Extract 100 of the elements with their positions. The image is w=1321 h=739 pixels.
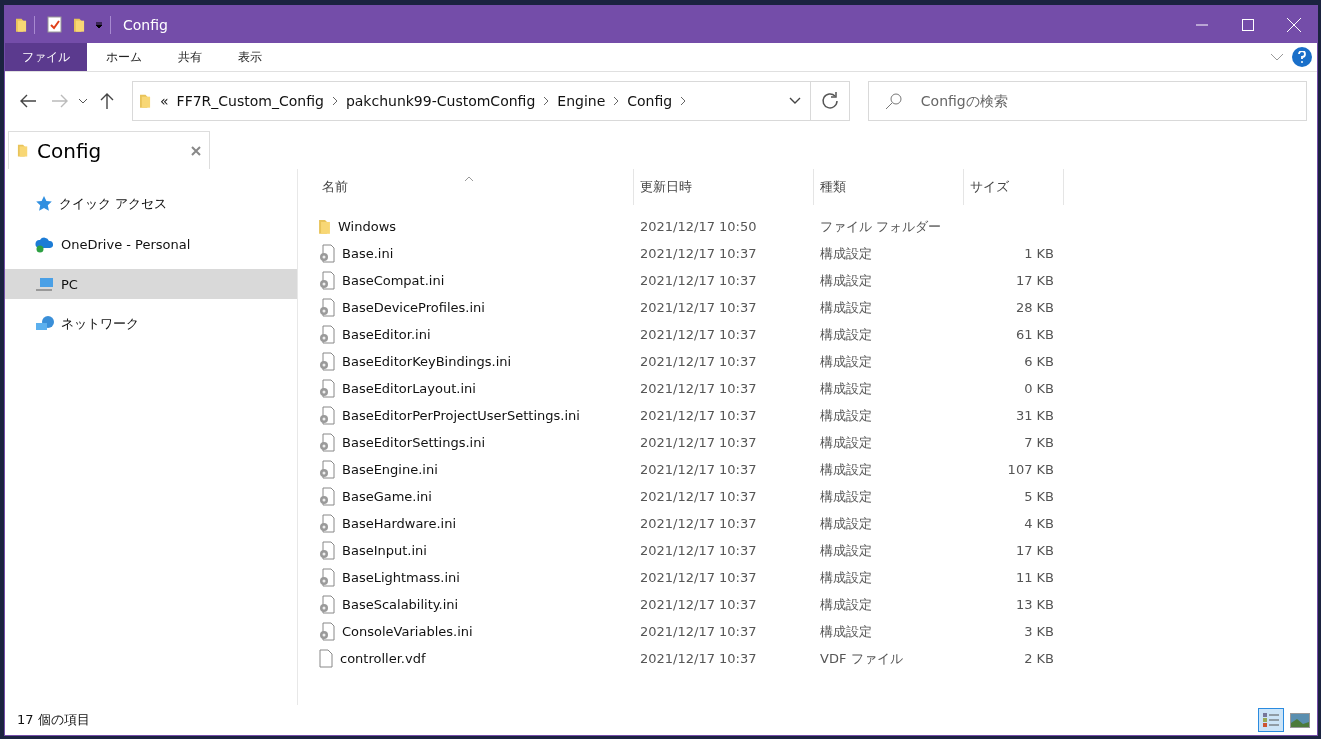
sidebar-item[interactable]: OneDrive - Personal [5, 229, 297, 259]
sidebar-label: OneDrive - Personal [61, 236, 191, 252]
file-size: 31 KB [1014, 408, 1054, 423]
ribbon-tab[interactable]: ファイル [5, 43, 87, 71]
chevron-right-icon[interactable] [680, 95, 687, 106]
close-icon[interactable] [191, 145, 201, 156]
file-type: 構成設定 [819, 298, 873, 317]
folder-icon [73, 16, 86, 33]
folder-icon [15, 16, 28, 33]
settings-file-icon [318, 406, 336, 425]
sidebar-label: クイック アクセス [59, 195, 168, 213]
column-header[interactable]: サイズ [964, 169, 1064, 205]
view-button[interactable] [1258, 708, 1284, 732]
chevron-right-icon[interactable] [613, 95, 620, 106]
file-name[interactable]: BaseEditor.ini [342, 327, 431, 342]
file-name[interactable]: BaseScalability.ini [342, 597, 459, 612]
search-icon [884, 91, 903, 110]
modified-date: 2021/12/17 10:37 [639, 381, 758, 396]
chevron-right-icon[interactable] [331, 95, 338, 106]
file-size: 107 KB [1006, 462, 1054, 477]
maximize-icon[interactable] [1242, 18, 1254, 31]
file-name[interactable]: BaseGame.ini [342, 489, 432, 504]
settings-file-icon [318, 244, 336, 263]
modified-date: 2021/12/17 10:37 [639, 489, 758, 504]
file-type: 構成設定 [819, 379, 873, 398]
search-box[interactable]: Configの検索 [867, 80, 1307, 121]
chevron-down-icon[interactable] [78, 97, 89, 104]
modified-date: 2021/12/17 10:37 [639, 651, 758, 666]
folder-icon [139, 92, 152, 109]
properties-icon[interactable] [47, 16, 63, 33]
modified-date: 2021/12/17 10:37 [639, 327, 758, 342]
refresh-icon[interactable] [820, 91, 839, 110]
up-arrow-icon[interactable] [100, 92, 115, 109]
dropdown-icon[interactable] [94, 19, 104, 30]
modified-date: 2021/12/17 10:50 [639, 219, 758, 234]
file-name[interactable]: controller.vdf [340, 651, 426, 666]
modified-date: 2021/12/17 10:37 [639, 435, 758, 450]
sidebar-item[interactable]: PC [5, 269, 297, 299]
sort-caret-icon [464, 176, 474, 182]
file-size: 11 KB [1014, 570, 1054, 585]
breadcrumb[interactable]: Config [627, 92, 673, 109]
file-type: VDF ファイル [819, 649, 904, 668]
folder-icon [318, 218, 332, 235]
file-size: 13 KB [1014, 597, 1054, 612]
file-type: 構成設定 [819, 460, 873, 479]
file-name[interactable]: BaseEngine.ini [342, 462, 438, 477]
settings-file-icon [318, 352, 336, 371]
file-type: 構成設定 [819, 541, 873, 560]
settings-file-icon [318, 433, 336, 452]
pane-tab[interactable]: Config [8, 131, 210, 169]
laptop-icon [35, 276, 55, 292]
breadcrumb[interactable]: pakchunk99-CustomConfig [345, 92, 536, 109]
back-arrow-icon[interactable] [19, 93, 36, 108]
sidebar-item[interactable]: クイック アクセス [5, 189, 297, 219]
file-name[interactable]: ConsoleVariables.ini [342, 624, 473, 639]
column-header[interactable]: 更新日時 [634, 169, 814, 205]
file-size: 17 KB [1014, 273, 1054, 288]
file-type: 構成設定 [819, 622, 873, 641]
chevron-down-icon[interactable] [788, 97, 801, 104]
item-count: 17 個の項目 [17, 711, 90, 729]
thumbnails-view-icon [1290, 712, 1310, 728]
settings-file-icon [318, 514, 336, 533]
modified-date: 2021/12/17 10:37 [639, 354, 758, 369]
file-name[interactable]: BaseInput.ini [342, 543, 427, 558]
chevron-right-icon[interactable] [543, 95, 550, 106]
sidebar-item[interactable]: ネットワーク [5, 309, 297, 339]
help-icon[interactable] [1292, 47, 1312, 67]
file-size: 0 KB [1023, 381, 1054, 396]
settings-file-icon [318, 298, 336, 317]
file-type: 構成設定 [819, 487, 873, 506]
file-name[interactable]: BaseEditorKeyBindings.ini [342, 354, 512, 369]
file-name[interactable]: BaseLightmass.ini [342, 570, 460, 585]
modified-date: 2021/12/17 10:37 [639, 300, 758, 315]
settings-file-icon [318, 568, 336, 587]
file-size: 5 KB [1023, 489, 1054, 504]
file-name[interactable]: Base.ini [342, 246, 394, 261]
file-name[interactable]: BaseEditorPerProjectUserSettings.ini [342, 408, 580, 423]
breadcrumb[interactable]: Engine [557, 92, 606, 109]
column-header[interactable]: 種類 [814, 169, 964, 205]
minimize-icon[interactable] [1196, 23, 1208, 26]
file-name[interactable]: BaseHardware.ini [342, 516, 457, 531]
settings-file-icon [318, 379, 336, 398]
file-type: 構成設定 [819, 595, 873, 614]
breadcrumb[interactable]: FF7R_Custom_Config [176, 92, 324, 109]
file-type: ファイル フォルダー [819, 217, 943, 236]
modified-date: 2021/12/17 10:37 [639, 597, 758, 612]
breadcrumb-overflow[interactable]: « [160, 92, 169, 109]
file-name[interactable]: Windows [338, 219, 397, 234]
modified-date: 2021/12/17 10:37 [639, 408, 758, 423]
settings-file-icon [318, 487, 336, 506]
file-name[interactable]: BaseCompat.ini [342, 273, 445, 288]
file-name[interactable]: BaseEditorLayout.ini [342, 381, 476, 396]
file-name[interactable]: BaseEditorSettings.ini [342, 435, 486, 450]
expand-ribbon-icon[interactable] [1270, 53, 1284, 61]
pane-tab-title: Config [37, 138, 103, 163]
file-type: 構成設定 [819, 406, 873, 425]
file-name[interactable]: BaseDeviceProfiles.ini [342, 300, 485, 315]
column-header[interactable]: 名前 [316, 169, 634, 205]
file-size: 61 KB [1014, 327, 1054, 342]
file-type: 構成設定 [819, 352, 873, 371]
